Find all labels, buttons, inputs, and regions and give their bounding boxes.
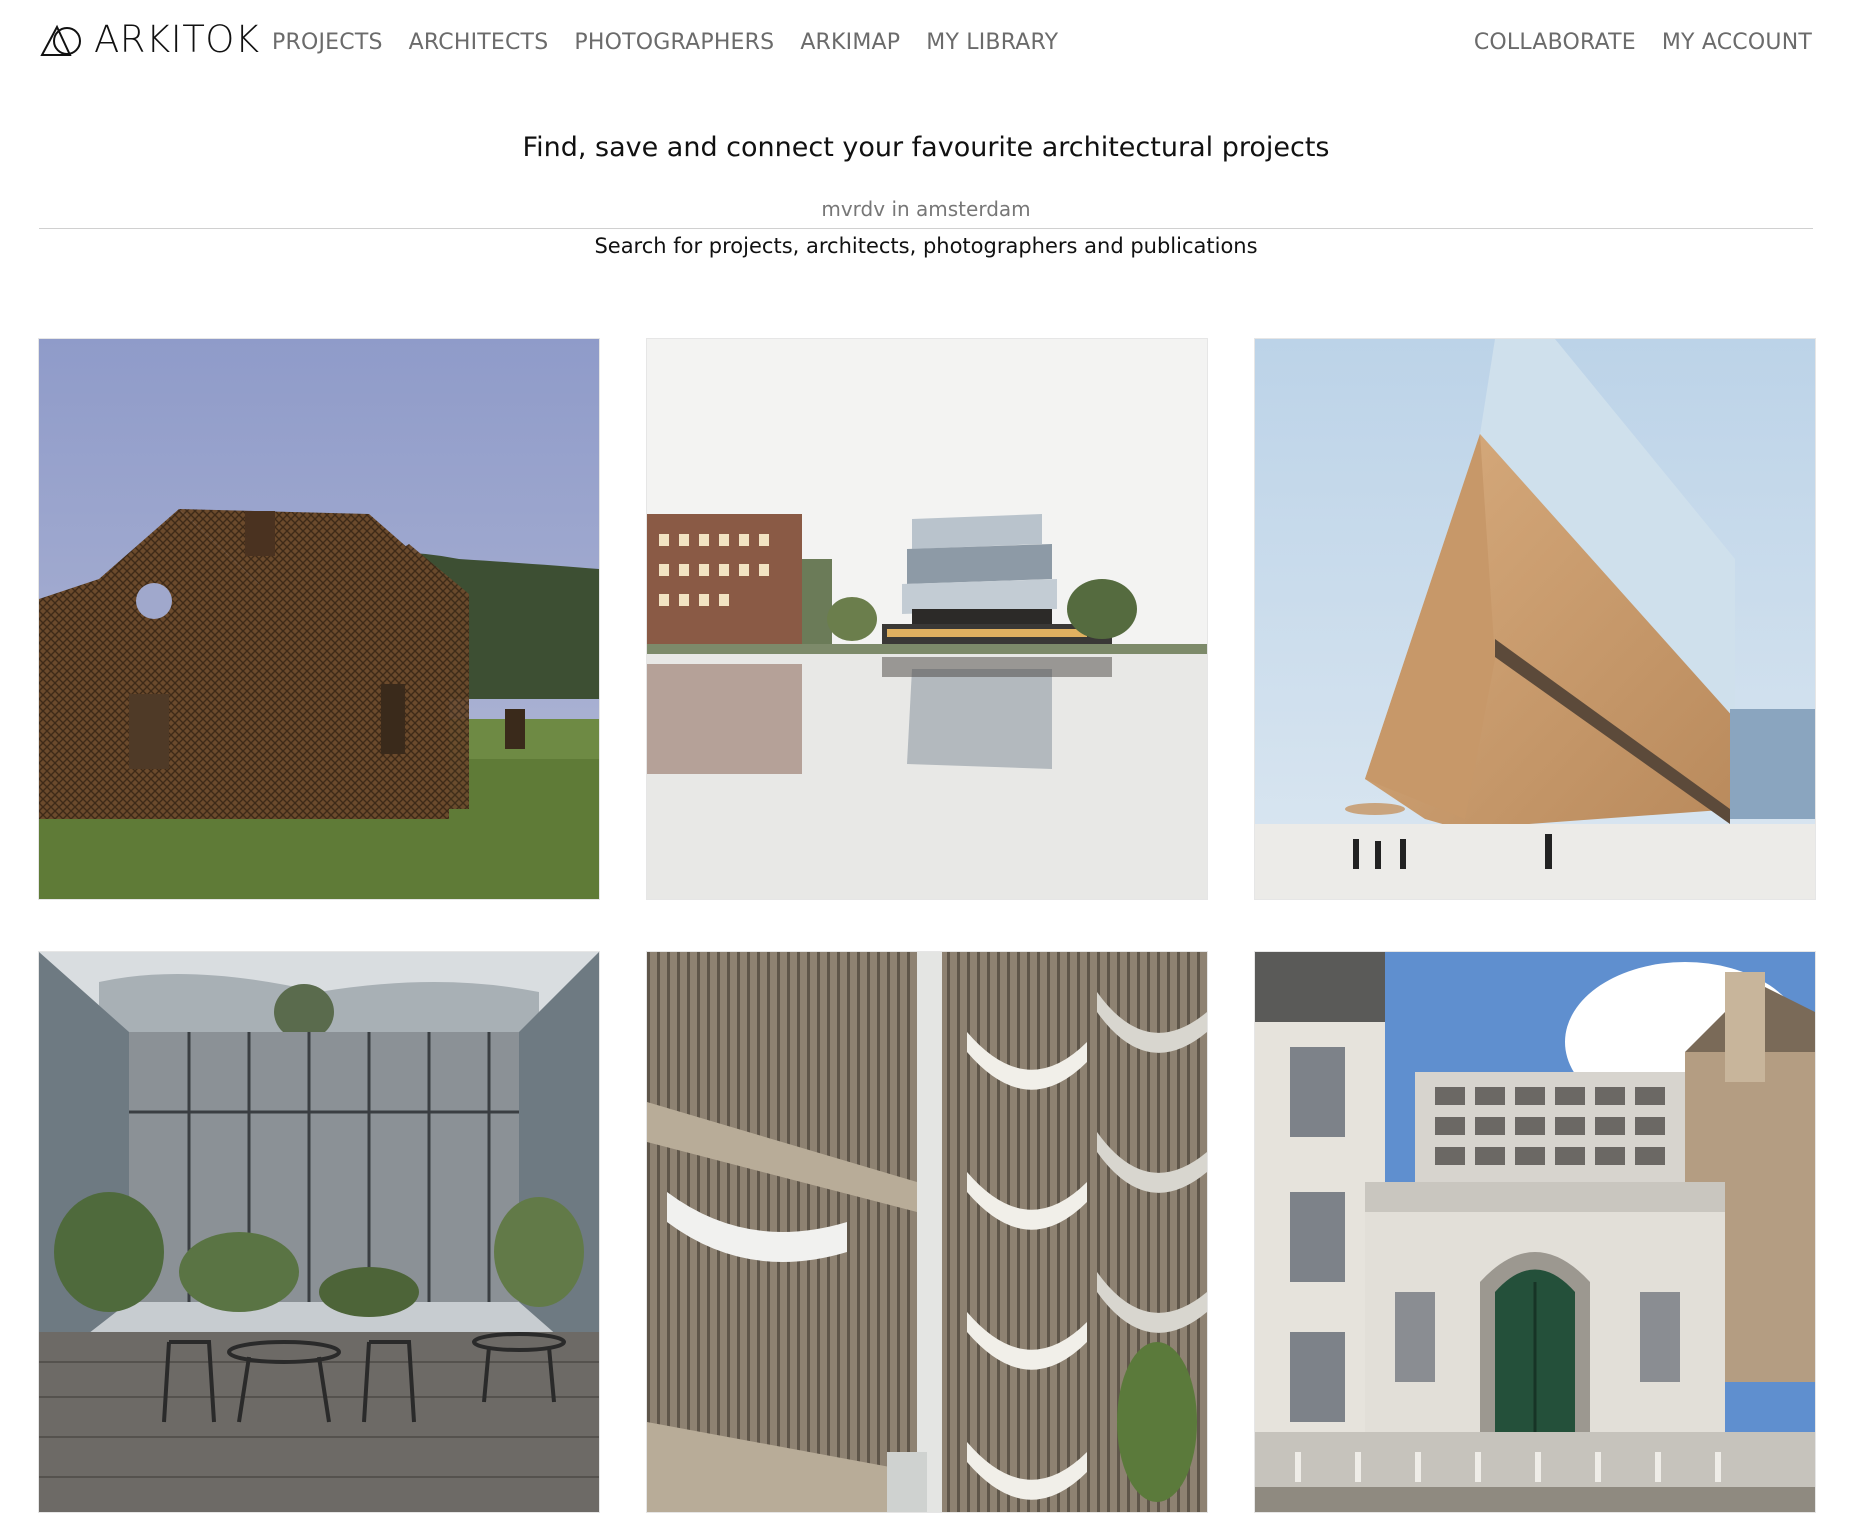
nav-arkimap[interactable]: ARKIMAP bbox=[800, 28, 900, 58]
rusted-wire-house-photo bbox=[39, 339, 599, 899]
search-bar bbox=[39, 192, 1813, 229]
logo-link[interactable]: ARKITOK bbox=[40, 20, 260, 60]
page-tagline: Find, save and connect your favourite ar… bbox=[522, 132, 1330, 163]
main-nav: PROJECTS ARCHITECTS PHOTOGRAPHERS ARKIMA… bbox=[272, 28, 1058, 58]
brand-name: ARKITOK bbox=[94, 18, 260, 61]
page: ARKITOK PROJECTS ARCHITECTS PHOTOGRAPHER… bbox=[0, 0, 1852, 1540]
glass-museum-waterfront-photo bbox=[647, 339, 1207, 899]
glass-courtyard-cafe-photo bbox=[39, 952, 599, 1512]
search-input[interactable] bbox=[39, 192, 1813, 226]
nav-my-library[interactable]: MY LIBRARY bbox=[926, 28, 1058, 58]
nav-collaborate[interactable]: COLLABORATE bbox=[1474, 28, 1636, 58]
project-card[interactable] bbox=[647, 339, 1207, 899]
account-nav: COLLABORATE MY ACCOUNT bbox=[1474, 28, 1812, 58]
scalloped-balcony-facade-photo bbox=[647, 952, 1207, 1512]
search-hint: Search for projects, architects, photogr… bbox=[594, 234, 1258, 258]
historic-gate-modern-addition-photo bbox=[1255, 952, 1815, 1512]
nav-architects[interactable]: ARCHITECTS bbox=[409, 28, 549, 58]
nav-photographers[interactable]: PHOTOGRAPHERS bbox=[574, 28, 774, 58]
arkitok-logo-icon bbox=[40, 23, 84, 57]
project-grid bbox=[39, 339, 1815, 1512]
nav-my-account[interactable]: MY ACCOUNT bbox=[1662, 28, 1812, 58]
project-card[interactable] bbox=[1255, 339, 1815, 899]
project-card[interactable] bbox=[1255, 952, 1815, 1512]
timber-clad-library-photo bbox=[1255, 339, 1815, 899]
project-card[interactable] bbox=[39, 952, 599, 1512]
site-header: ARKITOK PROJECTS ARCHITECTS PHOTOGRAPHER… bbox=[0, 0, 1852, 86]
project-card[interactable] bbox=[39, 339, 599, 899]
nav-projects[interactable]: PROJECTS bbox=[272, 28, 383, 58]
project-card[interactable] bbox=[647, 952, 1207, 1512]
